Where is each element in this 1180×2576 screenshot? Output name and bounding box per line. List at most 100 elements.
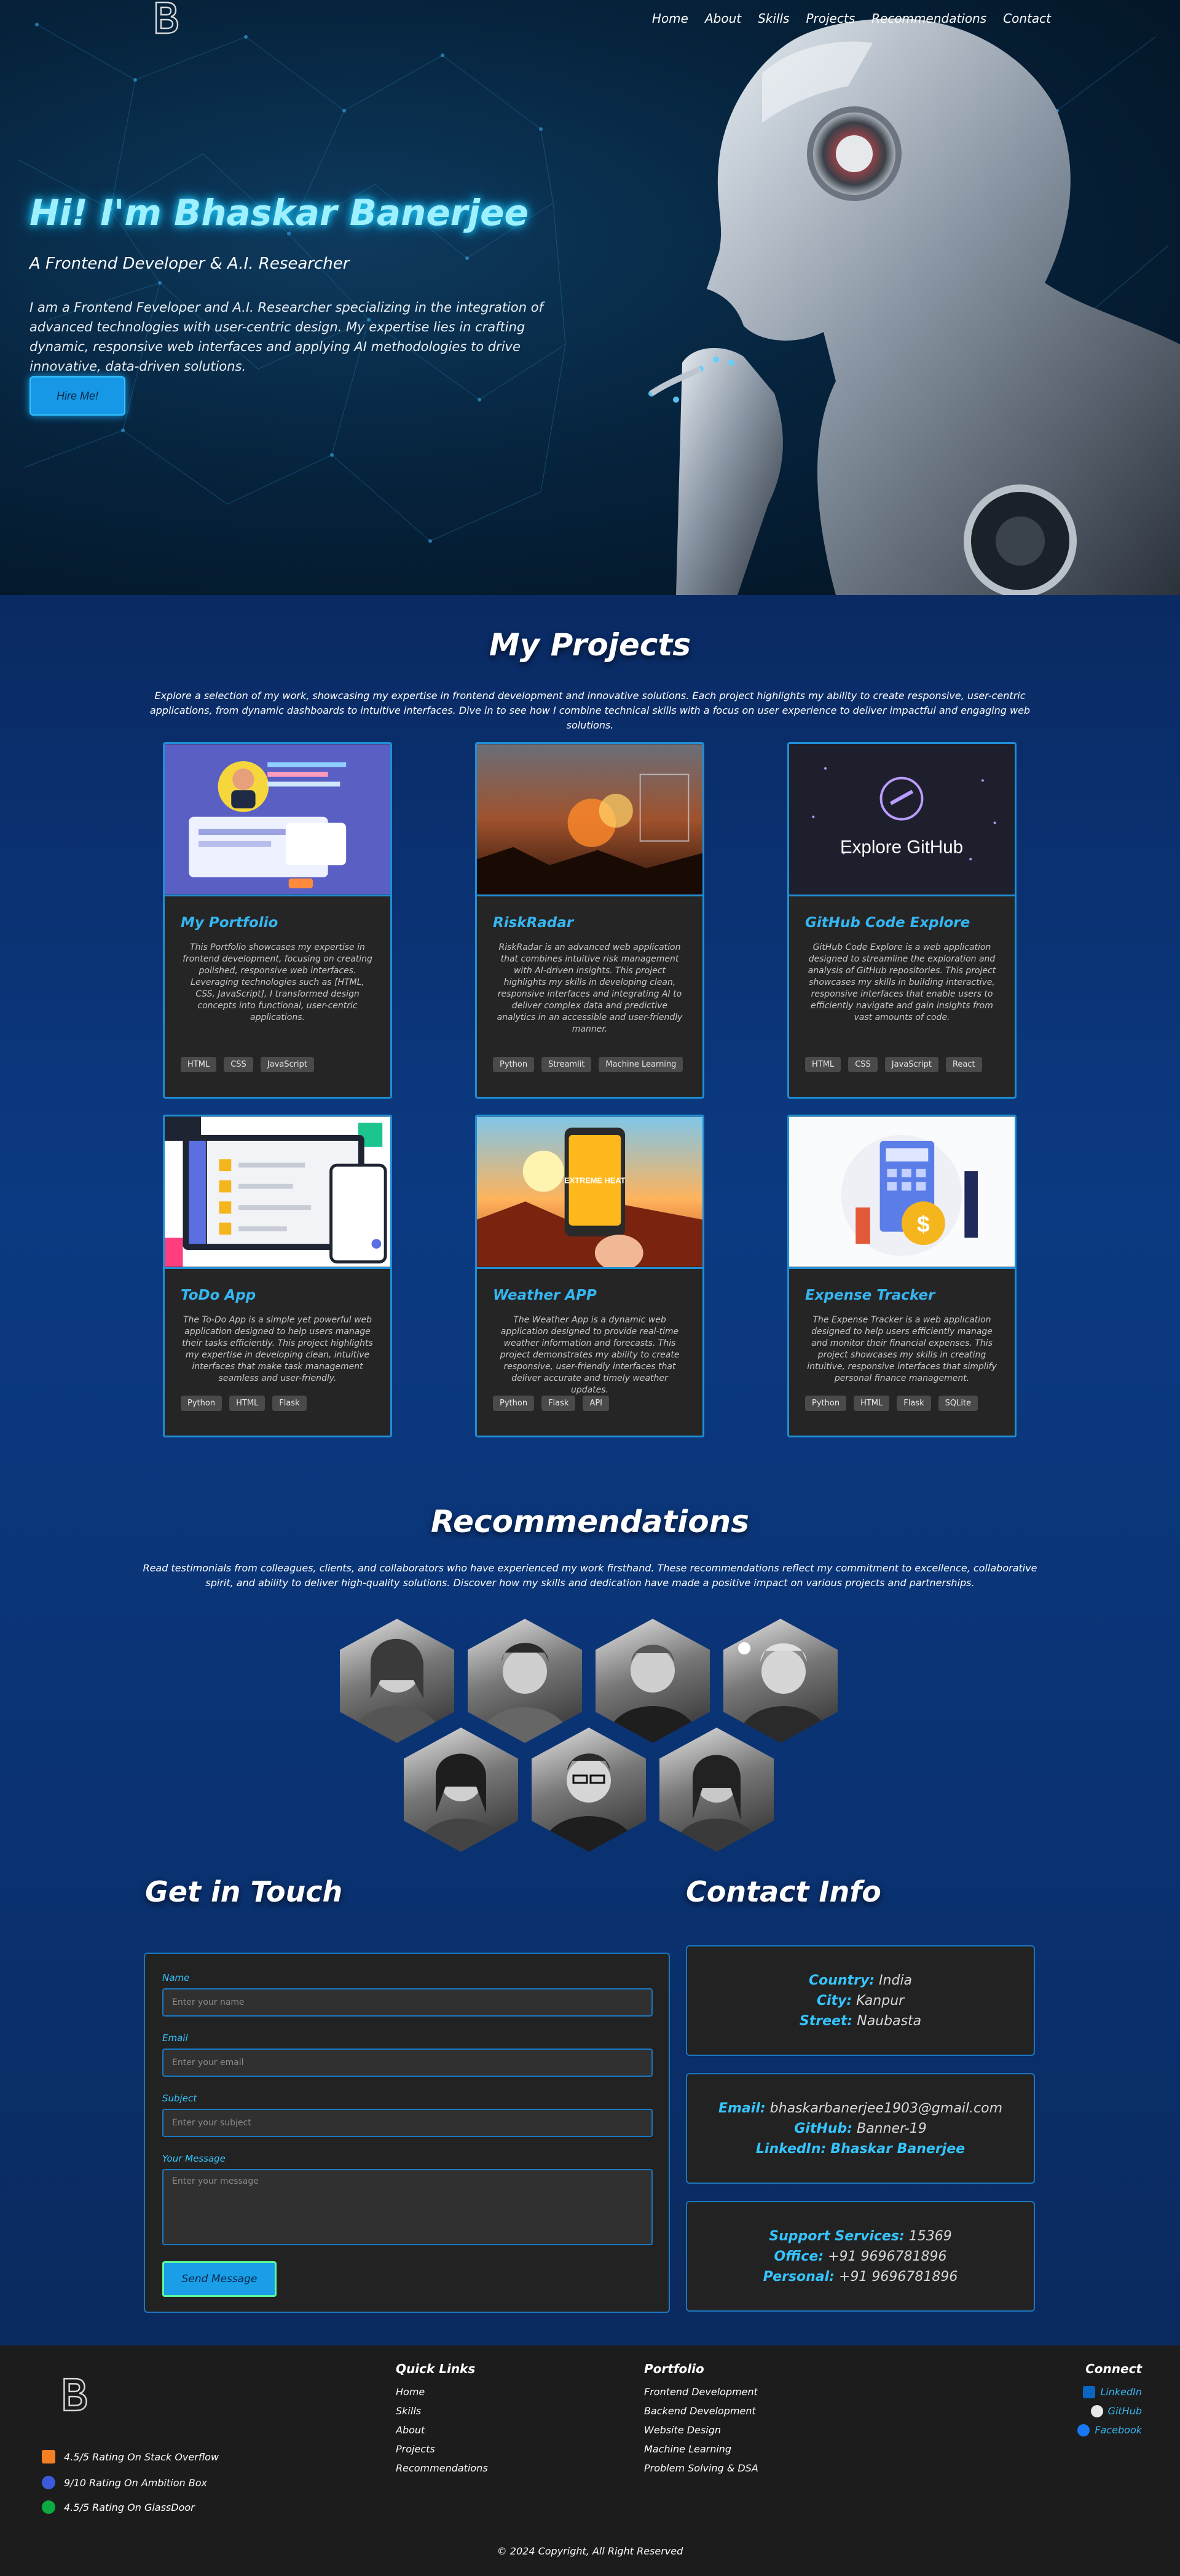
address-box: Country: India City: Kanpur Street: Naub… [686,1945,1035,2056]
send-message-button[interactable]: Send Message [162,2261,277,2297]
nav-projects[interactable]: Projects [806,11,855,26]
recommender-photo[interactable] [468,1619,582,1743]
project-card-weather[interactable]: EXTREME HEAT Weather APP The Weather App… [475,1115,704,1437]
subject-input[interactable] [162,2109,653,2137]
info-key: Street: [799,2013,853,2029]
copyright: © 2024 Copyright, All Right Reserved [497,2545,683,2557]
recommender-photo[interactable] [340,1619,454,1743]
tag: Flask [897,1396,931,1411]
project-title: GitHub Code Explore [805,915,970,931]
nav-home[interactable]: Home [652,11,688,26]
footer-link-projects[interactable]: Projects [396,2440,488,2459]
tag-list: HTML CSS JavaScript React [805,1057,982,1072]
tag: Flask [272,1396,307,1411]
github-link[interactable]: Banner-19 [857,2121,927,2136]
tag: Flask [541,1396,576,1411]
portfolio-title: Portfolio [644,2361,704,2376]
info-value: Kanpur [856,1993,905,2009]
footer-link-home[interactable]: Home [396,2382,488,2401]
project-title: RiskRadar [493,915,574,931]
project-title: My Portfolio [181,915,278,931]
footer-link-skills[interactable]: Skills [396,2401,488,2420]
footer-link-backend[interactable]: Backend Development [644,2401,758,2420]
rating-text: 4.5/5 Rating On GlassDoor [64,2501,195,2513]
tag: Python [493,1396,535,1411]
name-input[interactable] [162,1988,653,2017]
footer-link-website-design[interactable]: Website Design [644,2420,758,2440]
info-value: +91 9696781896 [828,2248,947,2264]
project-description: GitHub Code Explore is a web application… [808,942,996,1022]
linkedin-link[interactable]: Bhaskar Banerjee [830,2141,965,2157]
rating-glassdoor[interactable]: 4.5/5 Rating On GlassDoor [42,2500,195,2514]
project-card-todo[interactable]: ToDo App The To-Do App is a simple yet p… [163,1115,392,1437]
footer-linkedin[interactable]: LinkedIn [1077,2382,1142,2401]
recommender-photo[interactable] [723,1619,838,1743]
nav-skills[interactable]: Skills [758,11,789,26]
rating-text: 4.5/5 Rating On Stack Overflow [64,2451,219,2463]
project-title: Weather APP [493,1287,597,1303]
rating-stackoverflow[interactable]: 4.5/5 Rating On Stack Overflow [42,2450,219,2463]
info-value: Naubasta [857,2013,922,2029]
nav-about[interactable]: About [705,11,741,26]
tag: React [945,1057,982,1072]
footer-link-recommendations[interactable]: Recommendations [396,2459,488,2478]
logo-icon[interactable] [152,0,181,36]
recommender-photo[interactable] [532,1728,646,1852]
project-card-github-explore[interactable]: Explore GitHub GitHub Code Explore GitHu… [787,742,1017,1099]
quick-links-title: Quick Links [396,2361,476,2376]
main-nav: Home About Skills Projects Recommendatio… [652,11,1051,26]
thumb-text: EXTREME HEAT [564,1176,625,1185]
footer-link-about[interactable]: About [396,2420,488,2440]
rating-text: 9/10 Rating On Ambition Box [64,2476,207,2489]
project-description: RiskRadar is an advanced web application… [497,942,683,1034]
hero-title: Hi! I'm Bhaskar Banerjee [30,192,529,234]
email-link[interactable]: bhaskarbanerjee1903@gmail.com [770,2101,1002,2116]
footer-logo-icon[interactable] [60,2376,90,2416]
robot-illustration [648,18,1180,595]
tag: HTML [181,1057,217,1072]
online-contact-box: Email: bhaskarbanerjee1903@gmail.com Git… [686,2073,1035,2184]
stackoverflow-icon [42,2450,55,2463]
weather-thumbnail: EXTREME HEAT [477,1116,702,1269]
project-card-portfolio[interactable]: My Portfolio This Portfolio showcases my… [163,742,392,1099]
connect-label: LinkedIn [1100,2386,1142,2398]
nav-contact[interactable]: Contact [1003,11,1051,26]
project-card-riskradar[interactable]: RiskRadar RiskRadar is an advanced web a… [475,742,704,1099]
info-value: 15369 [908,2228,952,2244]
thumb-text: Explore GitHub [840,837,963,858]
tag: HTML [854,1396,890,1411]
contact-title: Get in Touch [145,1875,343,1908]
email-input[interactable] [162,2049,653,2077]
tag: JavaScript [260,1057,314,1072]
subject-label: Subject [162,2093,197,2104]
connect-label: Facebook [1095,2424,1142,2436]
quick-links-column: Quick Links Home Skills About Projects R… [396,2361,488,2478]
info-key: Office: [774,2248,824,2264]
footer-github[interactable]: GitHub [1077,2401,1142,2420]
recommendations-title: Recommendations [431,1504,749,1539]
info-key: Personal: [763,2269,835,2285]
recommender-photo[interactable] [659,1728,774,1852]
recommender-photo[interactable] [596,1619,710,1743]
nav-recommendations[interactable]: Recommendations [871,11,986,26]
rating-ambitionbox[interactable]: 9/10 Rating On Ambition Box [42,2476,207,2489]
info-value: +91 9696781896 [838,2269,958,2285]
hero-description: I am a Frontend Feveloper and A.I. Resea… [30,300,543,374]
svg-text:$: $ [917,1211,930,1236]
tag: Streamlit [541,1057,592,1072]
footer-link-dsa[interactable]: Problem Solving & DSA [644,2459,758,2478]
tag: HTML [229,1396,266,1411]
info-key: Email: [718,2100,766,2116]
hire-me-button[interactable]: Hire Me! [30,376,125,416]
project-title: Expense Tracker [805,1287,935,1303]
tag: Python [805,1396,847,1411]
info-key: GitHub: [794,2120,852,2136]
message-textarea[interactable] [162,2169,653,2245]
footer-link-machine-learning[interactable]: Machine Learning [644,2440,758,2459]
hero-section: Home About Skills Projects Recommendatio… [0,0,1180,595]
footer-facebook[interactable]: Facebook [1077,2420,1142,2440]
project-card-expense[interactable]: $ Expense Tracker The Expense Tracker is… [787,1115,1017,1437]
message-label: Your Message [162,2153,226,2164]
footer-link-frontend[interactable]: Frontend Development [644,2382,758,2401]
recommender-photo[interactable] [404,1728,518,1852]
